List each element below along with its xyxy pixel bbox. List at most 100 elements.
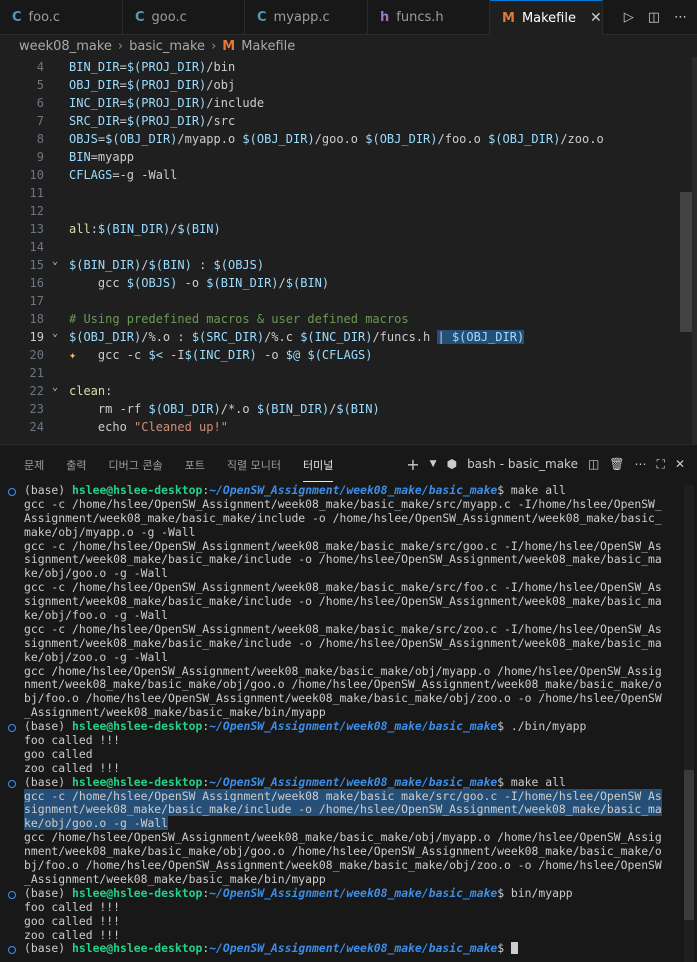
code-line: 24 echo "Cleaned up!" [0,418,680,436]
output-text: gcc -c /home/hslee/OpenSW_Assignment/wee… [24,580,662,595]
line-number: 7 [36,114,44,128]
command-decoration-icon[interactable] [8,488,16,496]
code-text: SRC_DIR=$(PROJ_DIR)/src [69,114,236,128]
fold-chevron-icon[interactable]: ⌄ [52,325,58,343]
breadcrumb-item[interactable]: week08_make [19,39,112,54]
line-number: 17 [29,294,44,308]
conda-env: (base) [24,941,73,956]
line-number: 9 [36,150,44,164]
code-editor[interactable]: 4 BIN_DIR=$(PROJ_DIR)/bin 5 OBJ_DIR=$(PROJ_… [0,57,697,444]
terminal-output-line: gcc /home/hslee/OpenSW_Assignment/week08… [8,663,678,679]
terminal-output-line: gcc /home/hslee/OpenSW_Assignment/week08… [8,830,678,845]
terminal-prompt-line: (base) hslee@hslee-desktop:~/OpenSW_Assi… [8,775,678,790]
prompt-path: ~/OpenSW_Assignment/week08_make/basic_ma… [209,483,498,497]
code-line: 10 CFLAGS=-g -Wall [0,166,680,184]
output-text: foo called !!! [24,733,121,748]
run-icon[interactable]: ▷ [624,10,634,25]
more-actions-icon[interactable]: ⋯ [635,457,647,471]
code-line: 23 rm -rf $(OBJ_DIR)/*.o $(BIN_DIR)/$(BI… [0,400,680,418]
command-decoration-icon[interactable] [8,946,16,955]
more-actions-icon[interactable]: ⋯ [674,10,687,25]
line-number: 15 [29,258,44,272]
breadcrumb-item[interactable]: Makefile [241,39,295,54]
chevron-down-icon[interactable]: ▼ [430,459,437,469]
trash-icon[interactable]: 🗑 [609,457,624,471]
output-text: make/obj/myapp.o -g -Wall [24,524,196,539]
code-text: gcc $(OBJS) -o $(BIN_DIR)/$(BIN) [69,276,330,290]
prompt-user: hslee@hslee-desktop [72,941,203,956]
line-number: 18 [29,312,44,326]
code-line: 18 # Using predefined macros & user defin… [0,310,680,328]
terminal-output-line: signment/week08_make/basic_make/include … [8,802,678,817]
terminal-name[interactable]: bash - basic_make [467,457,578,471]
code-text: BIN_DIR=$(PROJ_DIR)/bin [69,60,236,74]
terminal-output-line: _Assignment/week08_make/basic_make/bin/m… [8,705,678,720]
output-text: ke/obj/zoo.o -g -Wall [24,649,169,664]
output-text: goo called [24,746,93,761]
file-type-icon: C [135,10,145,25]
file-type-icon: M [502,10,515,26]
code-line: 9 BIN=myapp [0,148,680,166]
code-line: 17 [0,292,680,310]
tab-myapp-c[interactable]: Cmyapp.c [245,0,368,35]
tab-makefile[interactable]: M Makefile ✕ [490,0,603,35]
line-number: 13 [29,222,44,236]
panel-tab[interactable]: 포트 [185,447,205,482]
split-terminal-icon[interactable]: ◫ [588,457,599,471]
terminal-output-line: foo called !!! [8,733,678,748]
line-number: 21 [29,366,44,380]
editor-scrollbar[interactable] [680,192,692,332]
panel-tab[interactable]: 출력 [66,447,86,482]
panel-tab[interactable]: 직렬 모니터 [227,447,281,482]
fold-chevron-icon[interactable]: ⌄ [52,253,58,271]
split-editor-icon[interactable]: ◫ [648,10,660,25]
command-text: $ [497,941,511,956]
output-text: gcc /home/hslee/OpenSW_Assignment/week08… [24,663,662,678]
tab-goo-c[interactable]: Cgoo.c [123,0,245,35]
terminal-output-line: signment/week08_make/basic_make/include … [8,636,678,651]
chevron-right-icon: › [117,38,124,54]
output-text: ke/obj/foo.o -g -Wall [24,608,169,623]
selected-text: signment/week08_make/basic_make/include … [24,802,662,817]
code-text: # Using predefined macros & user defined… [69,312,409,326]
tab-funcs-h[interactable]: h funcs.h [368,0,490,35]
breadcrumb-item[interactable]: basic_make [129,39,205,54]
prompt-user: hslee@hslee-desktop [72,719,203,734]
line-number: 20 [29,348,44,362]
terminal-prompt-line: (base) hslee@hslee-desktop:~/OpenSW_Assi… [8,483,678,498]
terminal-prompt-line: (base) hslee@hslee-desktop:~/OpenSW_Assi… [8,719,678,734]
fold-chevron-icon[interactable]: ⌄ [52,379,58,397]
output-text: _Assignment/week08_make/basic_make/bin/m… [24,705,326,720]
maximize-panel-icon[interactable]: ⛶ [657,457,665,472]
terminal-prompt-line: (base) hslee@hslee-desktop:~/OpenSW_Assi… [8,886,678,901]
new-terminal-icon[interactable]: + [406,455,419,474]
output-text: gcc /home/hslee/OpenSW_Assignment/week08… [24,830,662,845]
panel-tab[interactable]: 터미널 [302,447,334,482]
panel-tab[interactable]: 디버그 콘솔 [109,447,163,482]
tab-foo-c[interactable]: Cfoo.c [0,0,123,35]
editor-tab-bar: Cfoo.c Cgoo.c Cmyapp.c h funcs.h M Makefile ✕ ▷… [0,0,697,35]
tab-label: funcs.h [396,10,444,25]
terminal-output[interactable]: (base) hslee@hslee-desktop:~/OpenSW_Assi… [8,483,678,956]
line-number: 22 [29,384,44,398]
command-decoration-icon[interactable] [8,779,16,788]
line-number: 6 [36,96,44,110]
tab-label: myapp.c [273,10,330,25]
close-icon[interactable]: ✕ [590,10,602,26]
command-text: $ ./bin/myapp [497,719,587,734]
terminal-scrollbar[interactable] [684,770,694,920]
close-icon[interactable]: ✕ [675,457,685,471]
code-text: rm -rf $(OBJ_DIR)/*.o $(BIN_DIR)/$(BIN) [69,402,380,416]
line-number: 5 [36,78,44,92]
terminal-output-line: ke/obj/goo.o -g -Wall [8,816,678,831]
terminal-shell-icon: ⬢ [446,457,458,471]
line-number: 12 [29,204,44,218]
terminal-output-line: signment/week08_make/basic_make/include … [8,594,678,609]
panel-tab[interactable]: 문제 [24,447,44,482]
terminal-output-line: bj/foo.o /home/hslee/OpenSW_Assignment/w… [8,858,678,873]
output-text: gcc -c /home/hslee/OpenSW_Assignment/wee… [24,538,662,553]
tab-list: Cfoo.c Cgoo.c Cmyapp.c h funcs.h M Makefile ✕ [0,0,603,35]
command-decoration-icon[interactable] [8,724,16,733]
command-decoration-icon[interactable] [8,890,16,899]
terminal-output-line: zoo called !!! [8,761,678,776]
